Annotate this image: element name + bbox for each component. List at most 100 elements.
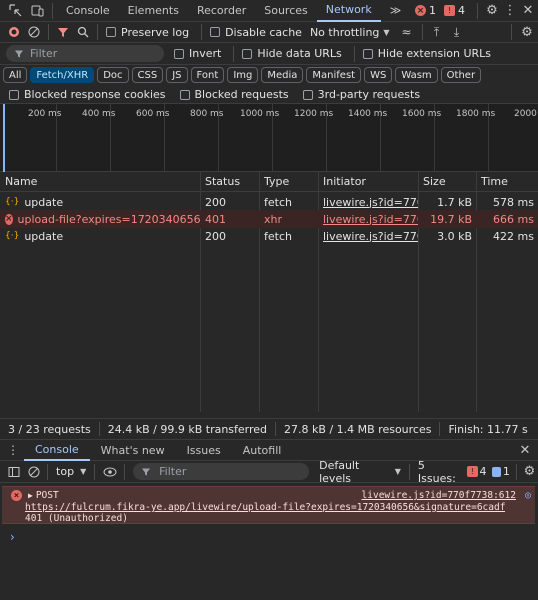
network-filter-input[interactable]: Filter [6, 45, 164, 62]
clear-console-icon[interactable] [24, 466, 43, 478]
chip-ws[interactable]: WS [364, 67, 393, 83]
table-row[interactable]: {·} update 200 fetch livewire.js?id=770f… [0, 193, 538, 211]
preserve-log-checkbox[interactable] [106, 27, 116, 37]
network-conditions-icon[interactable]: ≈ [396, 25, 418, 39]
chip-doc[interactable]: Doc [97, 67, 129, 83]
drawer-tab-console[interactable]: Console [24, 440, 90, 461]
message-source-link[interactable]: livewire.js?id=770f7738:612 [362, 490, 516, 501]
third-party-checkbox[interactable] [302, 89, 313, 100]
column-header-time[interactable]: Time [476, 172, 538, 191]
expand-triangle-icon[interactable]: ▶ [28, 491, 33, 500]
tab-network[interactable]: Network [316, 0, 381, 22]
export-har-icon[interactable]: ⤓ [447, 25, 467, 40]
chip-wasm[interactable]: Wasm [395, 67, 438, 83]
sidebar-toggle-icon[interactable] [3, 466, 24, 478]
console-error-message[interactable]: × ▶ POST livewire.js?id=770f7738:612 ◎ h… [2, 486, 535, 524]
chevron-down-icon: ▼ [80, 467, 87, 476]
initiator-link[interactable]: livewire.js?id=770f773 [323, 213, 418, 226]
devtools-tab-bar: Console Elements Recorder Sources Networ… [0, 0, 538, 22]
table-row[interactable]: {·} update 200 fetch livewire.js?id=770f… [0, 227, 538, 245]
hide-data-urls-checkbox[interactable] [242, 48, 253, 59]
invert-label[interactable]: Invert [189, 47, 221, 60]
network-panel-link-icon[interactable]: ◎ [525, 490, 531, 501]
divider [48, 24, 49, 40]
chip-js[interactable]: JS [166, 67, 188, 83]
more-options-icon[interactable]: ⋮ [502, 3, 518, 18]
warning-count[interactable]: 4 [458, 4, 465, 17]
chip-fetch-xhr[interactable]: Fetch/XHR [30, 67, 95, 83]
issue-error-icon: ! [467, 466, 478, 477]
context-select[interactable]: top ▼ [56, 465, 86, 478]
close-drawer-icon[interactable]: ✕ [512, 443, 538, 458]
tab-elements[interactable]: Elements [119, 0, 188, 22]
issues-info-count: 1 [502, 465, 510, 478]
initiator-link[interactable]: livewire.js?id=770f773 [323, 196, 418, 209]
timeline-handle-left[interactable] [3, 104, 5, 172]
table-row[interactable]: × upload-file?expires=1720340656&sign… 4… [0, 210, 538, 228]
tab-recorder[interactable]: Recorder [188, 0, 255, 22]
live-expression-eye-icon[interactable] [99, 467, 120, 477]
chip-font[interactable]: Font [190, 67, 225, 83]
column-header-name[interactable]: Name [0, 172, 200, 191]
drawer-tab-whats-new[interactable]: What's new [90, 440, 176, 461]
close-devtools-icon[interactable]: ✕ [518, 3, 538, 18]
request-time: 578 ms [493, 195, 534, 209]
throttling-select[interactable]: No throttling ▼ [310, 26, 390, 39]
device-toolbar-icon[interactable] [26, 0, 48, 22]
column-header-size[interactable]: Size [418, 172, 476, 191]
chip-img[interactable]: Img [227, 67, 259, 83]
blocked-cookies-label[interactable]: Blocked response cookies [24, 88, 166, 101]
preserve-log-label[interactable]: Preserve log [121, 26, 189, 39]
chip-manifest[interactable]: Manifest [306, 67, 362, 83]
filter-placeholder: Filter [30, 47, 58, 60]
more-tabs-button[interactable]: ≫ [381, 0, 411, 22]
disable-cache-checkbox[interactable] [210, 27, 221, 37]
console-settings-gear-icon[interactable]: ⚙ [521, 464, 538, 479]
issues-counter[interactable]: 5 Issues: ! 4 1 [418, 459, 510, 485]
filter-funnel-icon[interactable] [53, 26, 73, 38]
blocked-cookies-checkbox[interactable] [9, 89, 19, 100]
console-filter-input[interactable]: Filter [133, 463, 310, 480]
invert-checkbox[interactable] [174, 48, 184, 59]
network-overview-timeline[interactable]: 200 ms 400 ms 600 ms 800 ms 1000 ms 1200… [0, 104, 538, 172]
column-header-type[interactable]: Type [259, 172, 318, 191]
error-count-icon[interactable]: × [415, 5, 426, 16]
console-prompt[interactable]: › [10, 530, 15, 544]
disable-cache-label[interactable]: Disable cache [225, 26, 302, 39]
initiator-link[interactable]: livewire.js?id=770f773 [323, 230, 418, 243]
request-count: 3 / 23 requests [0, 422, 100, 436]
import-har-icon[interactable]: ⤒ [427, 25, 447, 40]
chip-all[interactable]: All [3, 67, 28, 83]
blocked-requests-label[interactable]: Blocked requests [195, 88, 289, 101]
request-url-link[interactable]: https://fulcrum.fikra-ye.app/livewire/up… [25, 502, 505, 513]
warning-count-icon[interactable]: ! [444, 5, 455, 16]
third-party-label[interactable]: 3rd-party requests [318, 88, 420, 101]
error-count[interactable]: 1 [429, 4, 436, 17]
hide-extension-urls-checkbox[interactable] [362, 48, 373, 59]
request-type: fetch [264, 195, 292, 209]
divider [515, 463, 517, 480]
chip-css[interactable]: CSS [131, 67, 164, 83]
clear-icon[interactable] [24, 26, 44, 38]
chip-media[interactable]: Media [261, 67, 304, 83]
tab-sources[interactable]: Sources [255, 0, 317, 22]
drawer-tab-issues[interactable]: Issues [176, 440, 232, 461]
hide-extension-urls-label[interactable]: Hide extension URLs [378, 47, 491, 60]
network-settings-gear-icon[interactable]: ⚙ [516, 25, 538, 40]
chip-other[interactable]: Other [440, 67, 482, 83]
drawer-tab-autofill[interactable]: Autofill [232, 440, 293, 461]
issue-info-icon [491, 466, 501, 477]
hide-data-urls-label[interactable]: Hide data URLs [257, 47, 341, 60]
inspect-element-icon[interactable] [4, 0, 26, 22]
tab-console[interactable]: Console [57, 0, 119, 22]
record-stop-icon[interactable] [4, 26, 24, 38]
column-header-status[interactable]: Status [200, 172, 259, 191]
search-icon[interactable] [73, 26, 93, 38]
blocked-requests-checkbox[interactable] [179, 89, 190, 100]
column-header-initiator[interactable]: Initiator [318, 172, 418, 191]
log-levels-select[interactable]: Default levels ▼ [319, 459, 401, 485]
error-request-icon: × [5, 213, 13, 225]
settings-gear-icon[interactable]: ⚙ [482, 3, 502, 18]
drawer-menu-icon[interactable]: ⋮ [2, 443, 24, 457]
response-status: 401 (Unauthorized) [25, 513, 128, 524]
